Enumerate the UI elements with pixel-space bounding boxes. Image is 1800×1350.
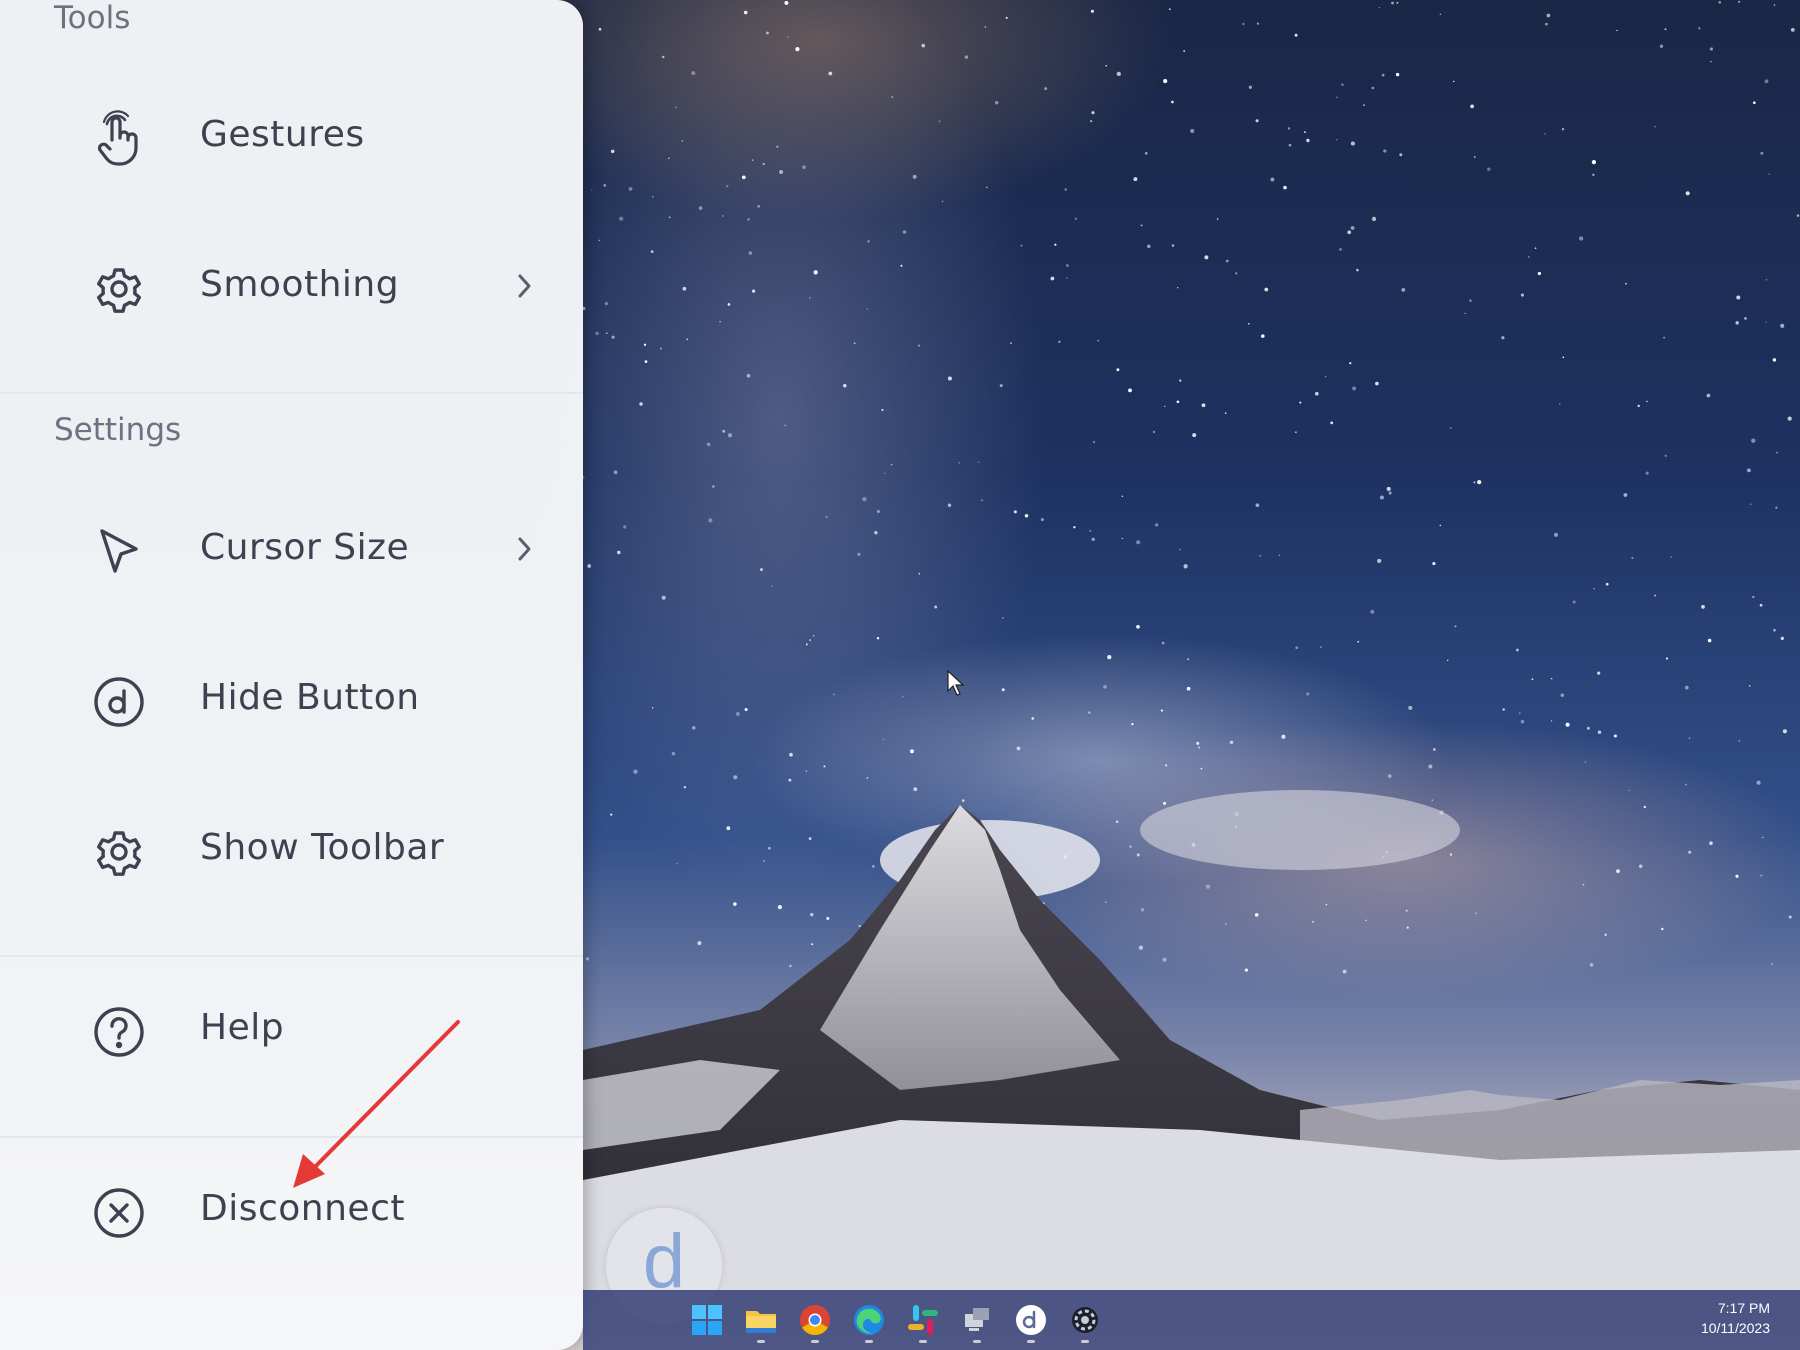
remote-desktop-icon[interactable] (959, 1302, 995, 1338)
divider (0, 955, 583, 957)
section-label-settings: Settings (54, 412, 182, 448)
file-explorer-icon[interactable] (743, 1302, 779, 1338)
menu-item-gestures[interactable]: Gestures (0, 82, 583, 192)
menu-item-label: Gestures (200, 114, 365, 155)
menu-item-show-toolbar[interactable]: Show Toolbar (0, 795, 583, 905)
menu-item-cursor-size[interactable]: Cursor Size (0, 495, 583, 605)
clock-date: 10/11/2023 (1700, 1320, 1770, 1336)
menu-item-smoothing[interactable]: Smoothing (0, 232, 583, 342)
gear-icon (90, 260, 148, 318)
running-indicator (973, 1340, 981, 1343)
mouse-pointer-icon (947, 670, 965, 696)
cursor-arrow-icon (90, 523, 148, 581)
settings-icon[interactable] (1067, 1302, 1103, 1338)
menu-item-label: Hide Button (200, 677, 420, 718)
running-indicator (919, 1340, 927, 1343)
d-circle-icon (90, 673, 148, 731)
menu-item-hide-button[interactable]: Hide Button (0, 645, 583, 755)
system-clock[interactable]: 7:17 PM 10/11/2023 (1701, 1298, 1770, 1338)
section-label-tools: Tools (54, 0, 131, 36)
menu-item-label: Cursor Size (200, 527, 410, 568)
slack-icon[interactable] (905, 1302, 941, 1338)
gear-icon (90, 823, 148, 881)
clock-time: 7:17 PM (1717, 1300, 1770, 1316)
chevron-right-icon (510, 270, 538, 302)
annotation-arrow (293, 1020, 460, 1188)
divider (0, 392, 583, 394)
close-circle-icon (90, 1184, 148, 1242)
help-circle-icon (90, 1003, 148, 1061)
gesture-hand-icon (90, 110, 148, 168)
menu-item-label: Show Toolbar (200, 827, 445, 868)
running-indicator (1081, 1340, 1089, 1343)
edge-icon[interactable] (851, 1302, 887, 1338)
running-indicator (811, 1340, 819, 1343)
chevron-right-icon (510, 533, 538, 565)
menu-item-label: Help (200, 1007, 285, 1048)
chrome-icon[interactable] (797, 1302, 833, 1338)
menu-item-label: Smoothing (200, 264, 400, 305)
running-indicator (757, 1340, 765, 1343)
menu-item-label: Disconnect (200, 1188, 405, 1229)
running-indicator (865, 1340, 873, 1343)
windows-start-icon[interactable] (689, 1302, 725, 1338)
taskbar: 7:17 PM 10/11/2023 (583, 1290, 1800, 1350)
duet-icon[interactable] (1013, 1302, 1049, 1338)
running-indicator (1027, 1340, 1035, 1343)
